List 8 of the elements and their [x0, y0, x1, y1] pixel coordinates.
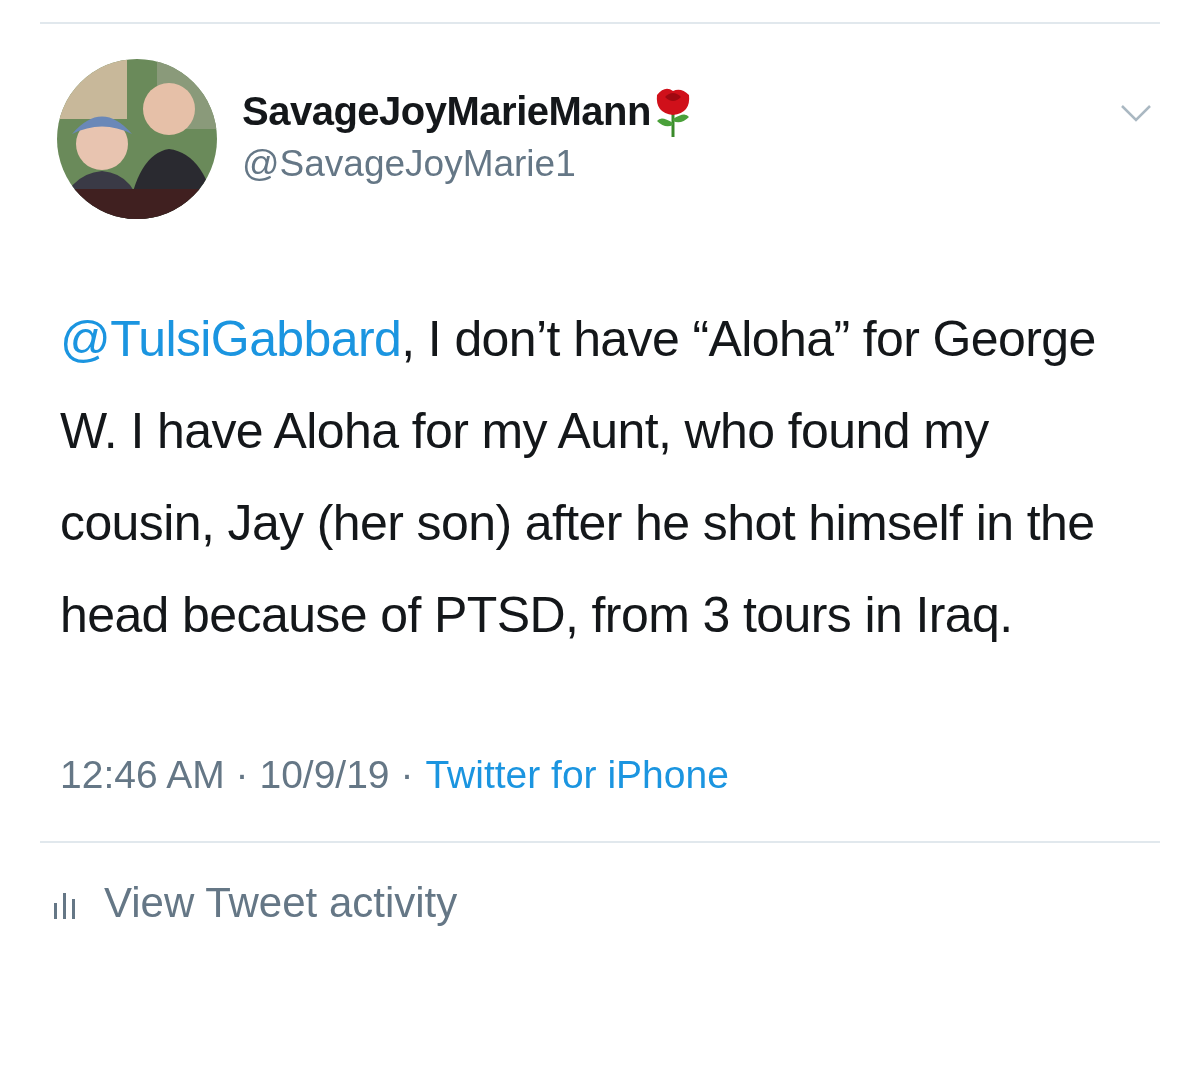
author-name[interactable]: SavageJoyMarieMann — [242, 88, 651, 134]
tweet-activity-link[interactable]: View Tweet activity — [52, 879, 1200, 927]
tweet-timestamp: 12:46 AM · 10/9/19 · — [60, 753, 414, 797]
chevron-down-icon[interactable] — [1120, 103, 1152, 123]
user-handle: @SavageJoyMarie1 — [242, 143, 577, 185]
tweet-text: @TulsiGabbard, I don’t have “Aloha” for George W. I have Aloha for my Aunt, who found my cousin, Jay (her son) after he shot himself in the head because of PTSD, from 3 tours in Iraq. — [60, 310, 1097, 645]
source-link[interactable]: Twitter for iPhone — [425, 753, 729, 797]
mention-link[interactable]: @TulsiGabbard — [60, 311, 402, 367]
